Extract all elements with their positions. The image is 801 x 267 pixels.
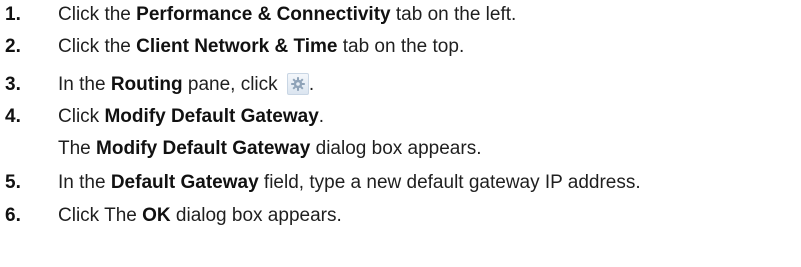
step-result-text: The Modify Default Gateway dialog box ap…	[58, 134, 481, 164]
step-text: Click The OK dialog box appears.	[58, 201, 342, 231]
step-text: Click Modify Default Gateway.	[58, 102, 324, 132]
step-text-post: .	[308, 74, 315, 95]
step-number: 6.	[5, 205, 21, 226]
step-text-post: field, type a new default gateway IP add…	[258, 172, 641, 193]
step-text-pre: In the	[58, 172, 111, 193]
step-text-post: tab on the left.	[390, 4, 517, 25]
step-emphasis: Default Gateway	[110, 172, 259, 193]
step-text-pre: Click the	[58, 4, 137, 25]
step-number: 3.	[5, 74, 21, 95]
step-emphasis: Client Network & Time	[136, 36, 338, 57]
step-text-post: tab on the top.	[337, 36, 465, 57]
step-number: 2.	[5, 36, 21, 57]
step-text: In the Routing pane, click .	[58, 70, 314, 100]
step-emphasis: Performance & Connectivity	[136, 4, 391, 25]
step-text-pre: Click the	[58, 36, 137, 57]
step-text-pre: In the	[58, 74, 111, 95]
step-text-pre: The	[58, 138, 97, 159]
step-text-post: .	[318, 106, 325, 127]
step-text-post: dialog box appears.	[310, 138, 482, 159]
step-text: In the Default Gateway field, type a new…	[58, 168, 641, 198]
step-number: 4.	[5, 106, 21, 127]
step-text-pre: Click The	[58, 205, 143, 226]
step-number: 5.	[5, 172, 21, 193]
step-text-post: pane, click	[182, 74, 283, 95]
step-emphasis: Modify Default Gateway	[104, 106, 319, 127]
step-text: Click the Client Network & Time tab on t…	[58, 32, 464, 62]
step-text: Click the Performance & Connectivity tab…	[58, 0, 516, 30]
step-number: 1.	[5, 4, 21, 25]
step-text-pre: Click	[58, 106, 105, 127]
step-emphasis: Modify Default Gateway	[96, 138, 311, 159]
gear-icon	[286, 73, 309, 95]
step-text-post: dialog box appears.	[170, 205, 342, 226]
step-emphasis: Routing	[110, 74, 183, 95]
step-emphasis: OK	[142, 205, 171, 226]
